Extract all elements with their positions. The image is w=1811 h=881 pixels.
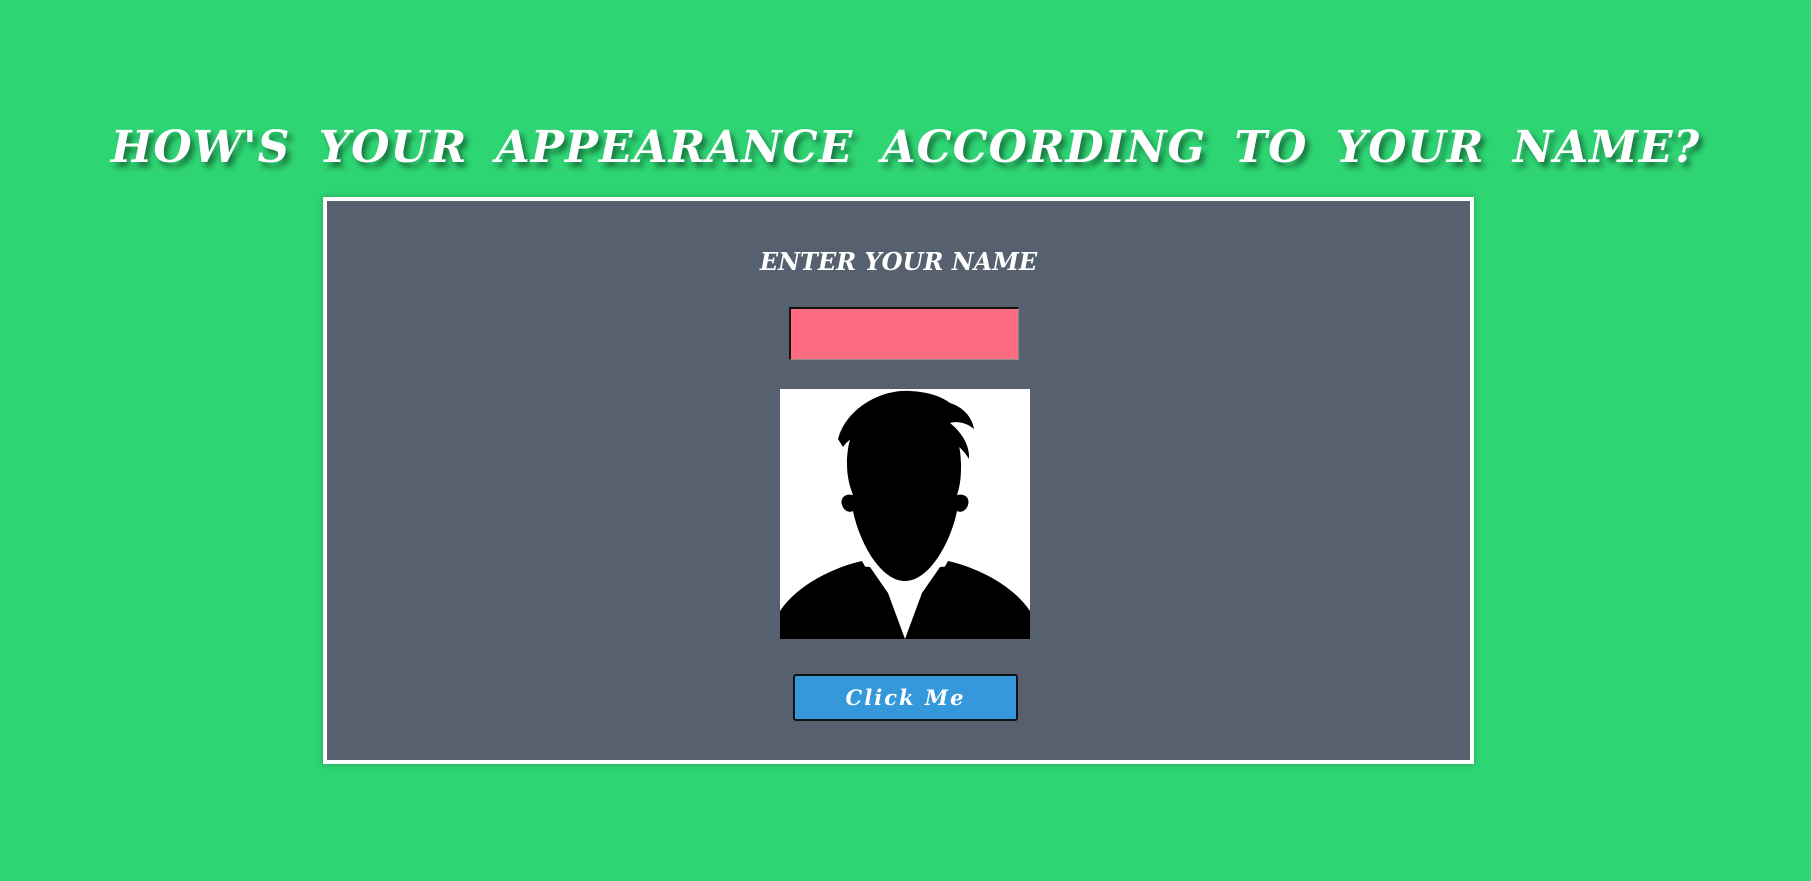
page-title: HOW'S YOUR APPEARANCE ACCORDING TO YOUR … [110,122,1701,173]
avatar-image [780,389,1030,639]
name-card: ENTER YOUR NAME Click Me [323,197,1474,764]
person-silhouette-icon [780,389,1030,639]
click-me-button[interactable]: Click Me [793,674,1018,721]
name-label: ENTER YOUR NAME [759,247,1038,276]
name-input[interactable] [789,307,1019,360]
